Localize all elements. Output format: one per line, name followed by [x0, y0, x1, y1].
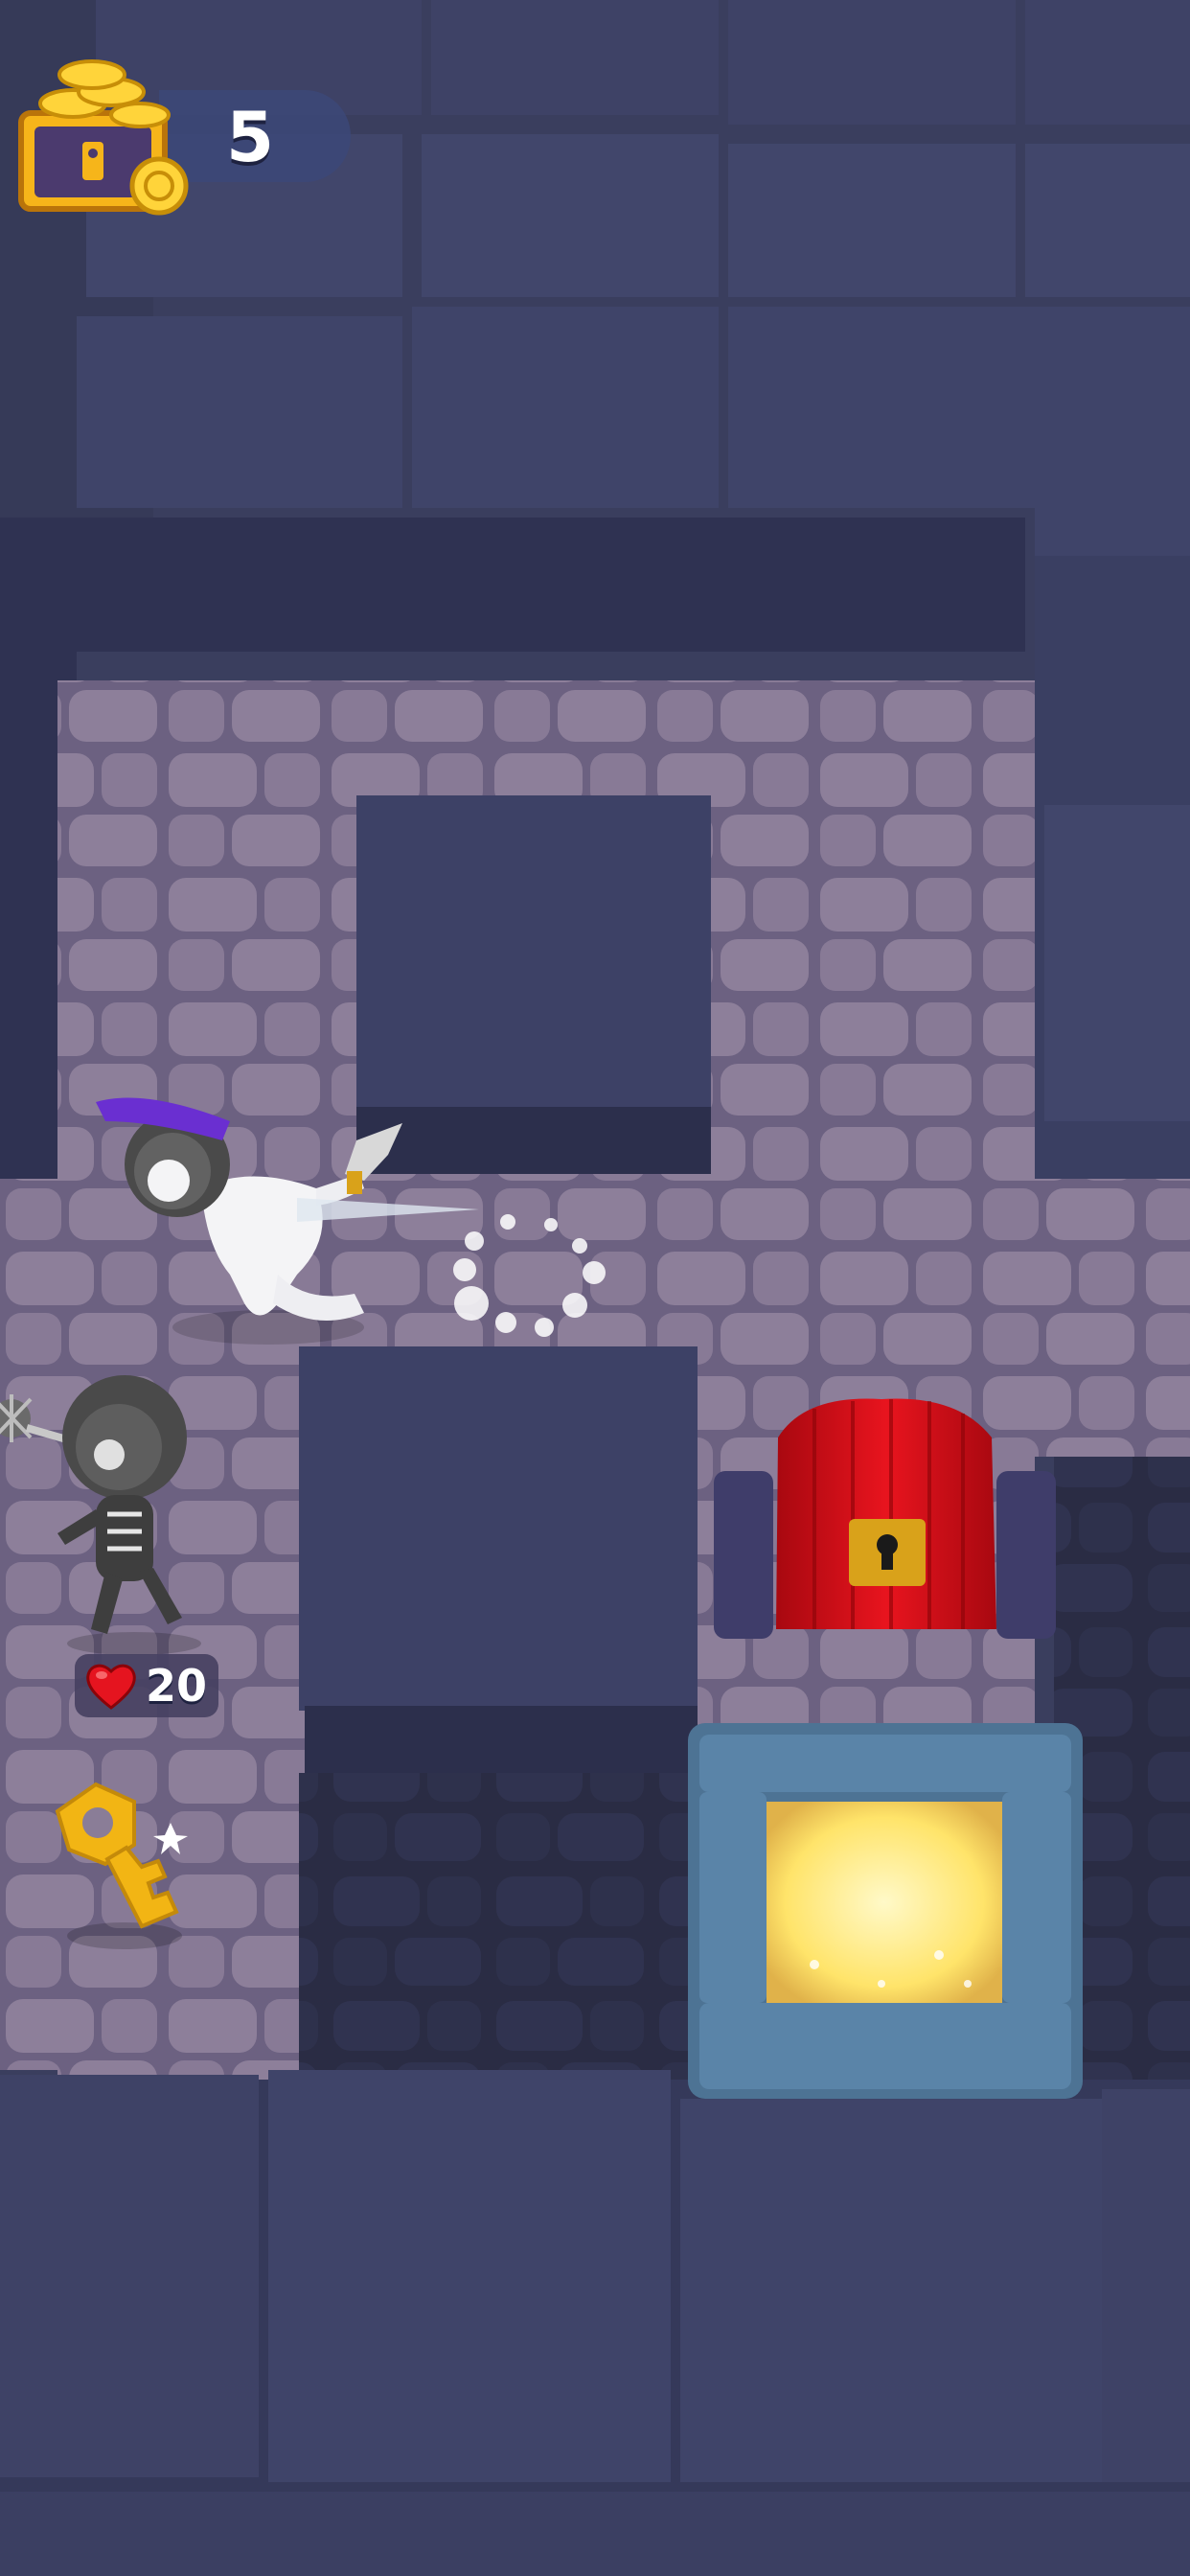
enemy-health-badge: 20 — [75, 1654, 218, 1717]
bottom-wall-blocks — [0, 2070, 1190, 2576]
wall-pillar-lower — [299, 1346, 698, 1773]
dungeon-map — [0, 0, 1190, 2576]
treasure-chest-coins-icon — [18, 59, 189, 216]
coin-counter: 5 — [15, 46, 351, 218]
heart-icon — [86, 1664, 136, 1710]
exit-portal[interactable] — [688, 1723, 1083, 2099]
dark-pit — [299, 1773, 692, 2080]
wall-pillar-upper — [356, 795, 711, 1174]
coin-count: 5 — [226, 97, 275, 177]
game-scene[interactable]: 5 20 — [0, 0, 1190, 2576]
enemy-health-value: 20 — [146, 1660, 208, 1712]
